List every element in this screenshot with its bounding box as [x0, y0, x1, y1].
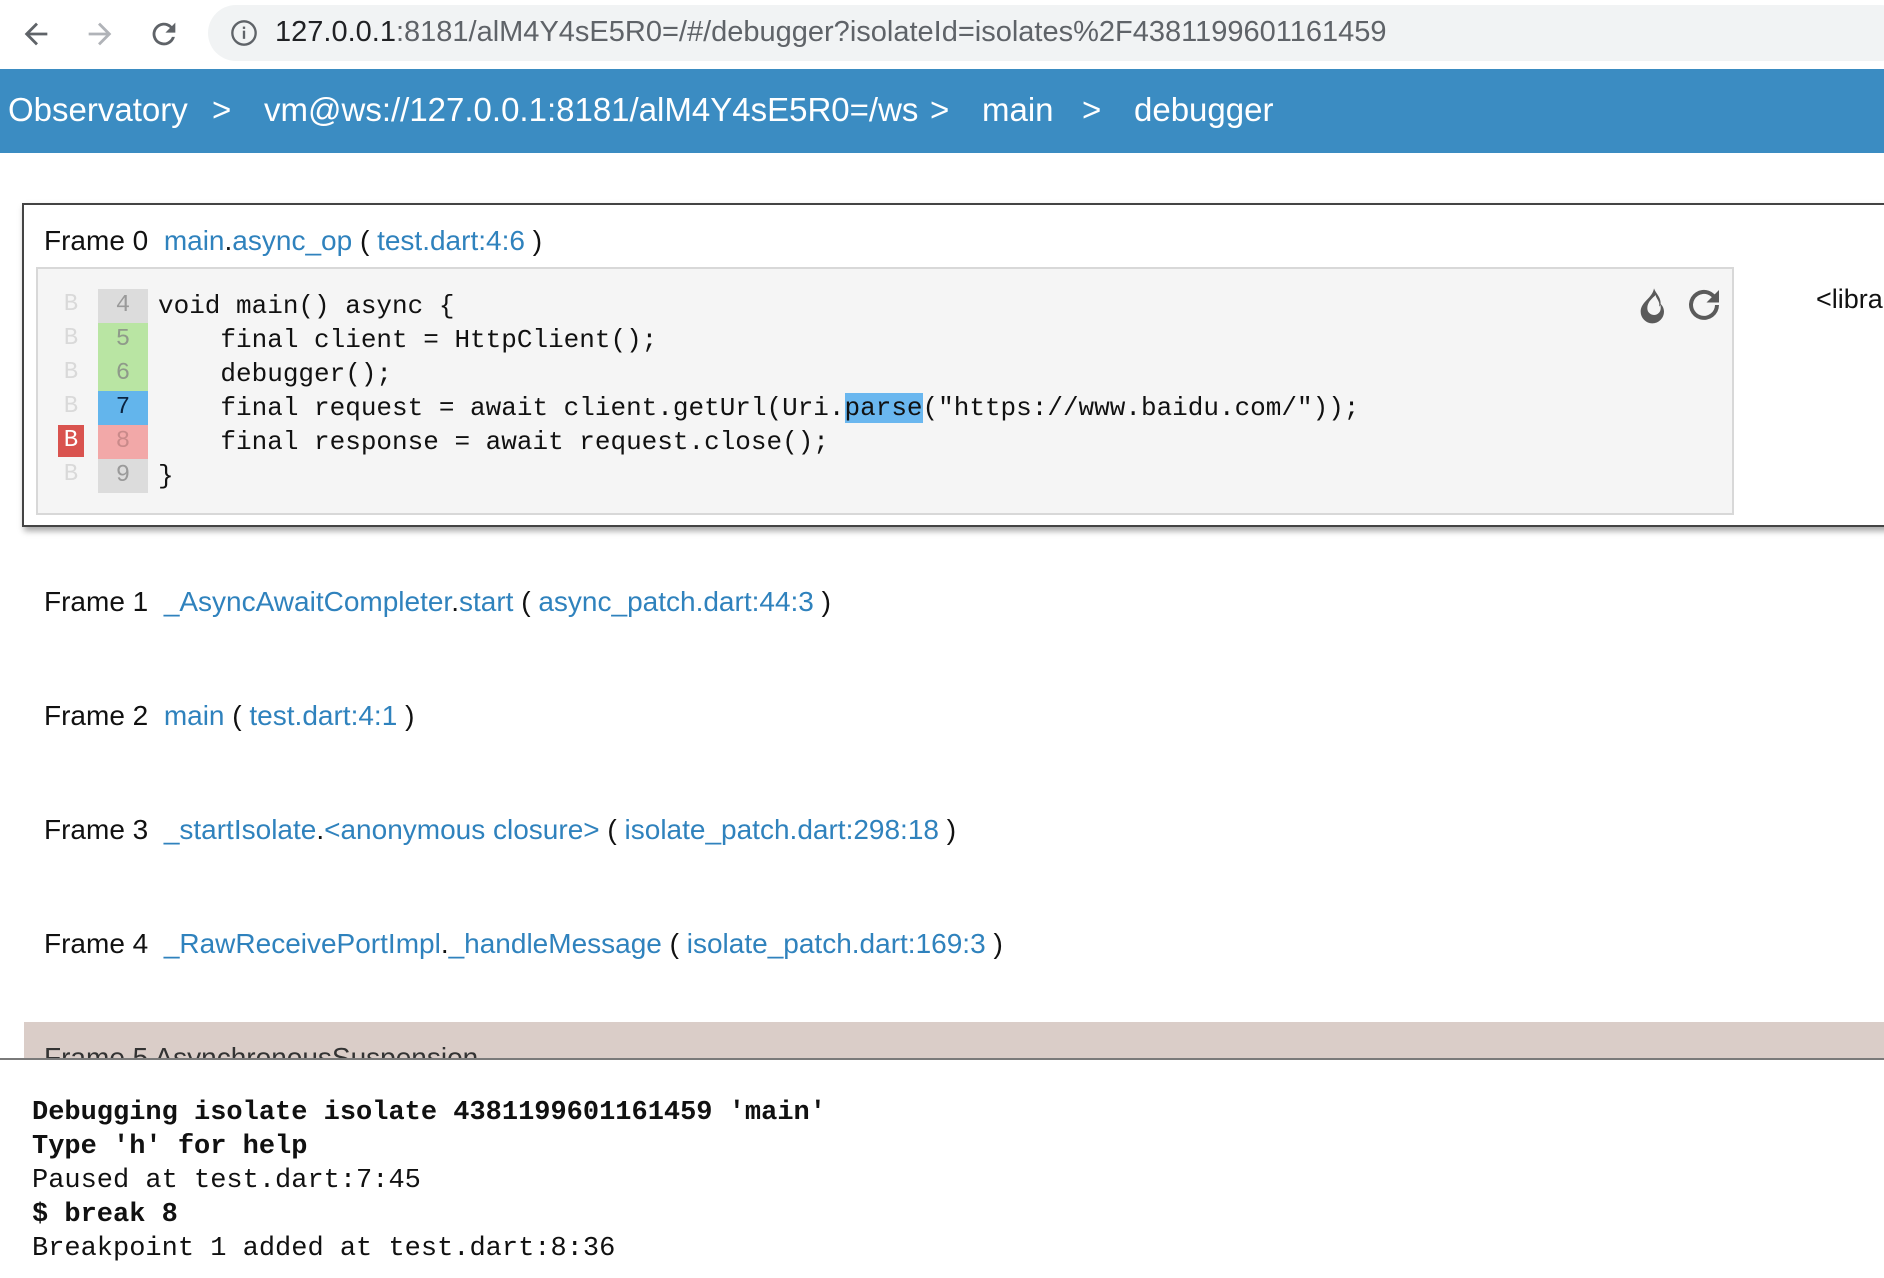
console-line: Debugging isolate isolate 43811996011614… [32, 1098, 826, 1128]
reload-button[interactable] [138, 8, 190, 60]
console-line: Type 'h' for help [32, 1132, 308, 1162]
line-number-current: 7 [98, 391, 148, 425]
frame-0-header: Frame 0 main.async_op ( test.dart:4:6 ) [44, 225, 542, 257]
refresh-icon[interactable] [1684, 285, 1724, 325]
breakpoint-toggle[interactable]: B [58, 289, 84, 321]
frame-function-link[interactable]: async_op [232, 225, 352, 256]
crumb-separator: > [1082, 91, 1102, 128]
frame-variables-text: <libra [1816, 284, 1883, 314]
breakpoint-toggle[interactable]: B [58, 357, 84, 389]
code-line: B 5 final client = HttpClient(); [38, 323, 1728, 357]
frame-location-link[interactable]: isolate_patch.dart:298:18 [625, 814, 939, 845]
code-text: debugger(); [158, 359, 393, 389]
breakpoint-toggle[interactable]: B [58, 391, 84, 423]
reload-icon [152, 22, 176, 46]
code-text: final request = await client.getUrl(Uri.… [158, 391, 1359, 425]
source-code-view: B 4 void main() async { B 5 final client… [36, 267, 1734, 515]
current-position-highlight: parse [844, 393, 923, 423]
paren-open: ( [669, 928, 679, 959]
breakpoint-toggle[interactable]: B [58, 459, 84, 491]
code-text: final response = await request.close(); [158, 427, 829, 457]
debugger-console[interactable]: Debugging isolate isolate 43811996011614… [0, 1058, 1884, 1278]
frame-location-link[interactable]: test.dart:4:6 [377, 225, 525, 256]
url-text[interactable]: 127.0.0.1:8181/alM4Y4sE5R0=/#/debugger?i… [275, 16, 1386, 49]
frame-class-link[interactable]: _RawReceivePortImpl [164, 928, 441, 959]
frame-location-link[interactable]: test.dart:4:1 [249, 700, 397, 731]
code-line: B 4 void main() async { [38, 289, 1728, 323]
frame-label: Frame 3 [44, 814, 149, 845]
frame-library-link[interactable]: main [164, 225, 225, 256]
observatory-nav-bar: Observatory > vm@ws://127.0.0.1:8181/alM… [0, 69, 1884, 153]
crumb-separator: > [212, 91, 232, 128]
forward-button[interactable] [74, 8, 126, 60]
paren-open: ( [607, 814, 617, 845]
frame-dot: . [440, 928, 449, 959]
flame-icon[interactable] [1634, 285, 1674, 325]
frame-label: Frame 2 [44, 700, 149, 731]
frame-dot: . [316, 814, 325, 845]
frame-function-link[interactable]: <anonymous closure> [324, 814, 600, 845]
console-line: Breakpoint 1 added at test.dart:8:36 [32, 1234, 616, 1264]
async-suspension-frame[interactable]: Frame 5 AsynchronousSuspension [24, 1022, 1884, 1058]
arrow-left-icon [24, 22, 48, 46]
code-text-after: ("https://www.baidu.com/")); [922, 393, 1360, 423]
url-host: 127.0.0.1 [275, 16, 396, 48]
code-text: void main() async { [158, 291, 455, 321]
paren-open: ( [521, 586, 531, 617]
code-text-before: final request = await client.getUrl(Uri. [158, 393, 845, 423]
crumb-vm[interactable]: vm@ws://127.0.0.1:8181/alM4Y4sE5R0=/ws [264, 91, 918, 129]
console-line: Paused at test.dart:7:45 [32, 1166, 421, 1196]
info-icon[interactable] [230, 19, 258, 47]
code-line: B 9 } [38, 459, 1728, 493]
arrow-right-icon [88, 22, 112, 46]
frame-function-link[interactable]: _handleMessage [449, 928, 662, 959]
async-suspension-label: Frame 5 AsynchronousSuspension [44, 1042, 479, 1058]
back-button[interactable] [10, 8, 62, 60]
paren-close: ) [532, 225, 543, 256]
frame-0-panel[interactable]: Frame 0 main.async_op ( test.dart:4:6 ) … [22, 203, 1884, 527]
frame-dot: . [451, 586, 459, 617]
frame-function-link[interactable]: main [164, 700, 225, 731]
crumb-observatory[interactable]: Observatory [8, 91, 188, 129]
frame-label: Frame 1 [44, 586, 149, 617]
paren-close: ) [405, 700, 415, 731]
paren-close: ) [946, 814, 957, 845]
line-number: 9 [98, 459, 148, 493]
frame-location-link[interactable]: async_patch.dart:44:3 [538, 586, 814, 617]
address-bar[interactable]: 127.0.0.1:8181/alM4Y4sE5R0=/#/debugger?i… [208, 5, 1884, 61]
paren-close: ) [993, 928, 1003, 959]
code-line: B 6 debugger(); [38, 357, 1728, 391]
frame-2-row[interactable]: Frame 2 main ( test.dart:4:1 ) [44, 700, 414, 732]
frame-3-row[interactable]: Frame 3 _startIsolate.<anonymous closure… [44, 814, 956, 846]
code-text: final client = HttpClient(); [158, 325, 658, 355]
paren-open: ( [232, 700, 242, 731]
crumb-isolate[interactable]: main [982, 91, 1054, 129]
frame-1-row[interactable]: Frame 1 _AsyncAwaitCompleter.start ( asy… [44, 586, 831, 618]
line-number: 6 [98, 357, 148, 391]
line-number: 8 [98, 425, 148, 459]
line-number: 4 [98, 289, 148, 323]
url-path: :8181/alM4Y4sE5R0=/#/debugger?isolateId=… [395, 16, 1387, 48]
paren-close: ) [821, 586, 831, 617]
frame-function-link[interactable]: start [459, 586, 513, 617]
code-line-current: B 7 final request = await client.getUrl(… [38, 391, 1728, 425]
crumb-debugger[interactable]: debugger [1134, 91, 1273, 129]
breakpoint-marker[interactable]: B [58, 425, 84, 457]
frame-label: Frame 4 [44, 928, 149, 959]
console-command-line: $ break 8 [32, 1200, 178, 1230]
crumb-separator: > [930, 91, 950, 128]
frame-class-link[interactable]: _startIsolate [164, 814, 317, 845]
frame-class-link[interactable]: _AsyncAwaitCompleter [164, 586, 451, 617]
frame-location-link[interactable]: isolate_patch.dart:169:3 [687, 928, 986, 959]
line-number: 5 [98, 323, 148, 357]
code-line-breakpoint: B 8 final response = await request.close… [38, 425, 1728, 459]
browser-toolbar: 127.0.0.1:8181/alM4Y4sE5R0=/#/debugger?i… [0, 0, 1884, 68]
frame-4-row[interactable]: Frame 4 _RawReceivePortImpl._handleMessa… [44, 928, 1003, 960]
paren-open: ( [359, 225, 370, 256]
code-text: } [158, 461, 174, 491]
frame-label: Frame 0 [44, 225, 149, 256]
breakpoint-toggle[interactable]: B [58, 323, 84, 355]
